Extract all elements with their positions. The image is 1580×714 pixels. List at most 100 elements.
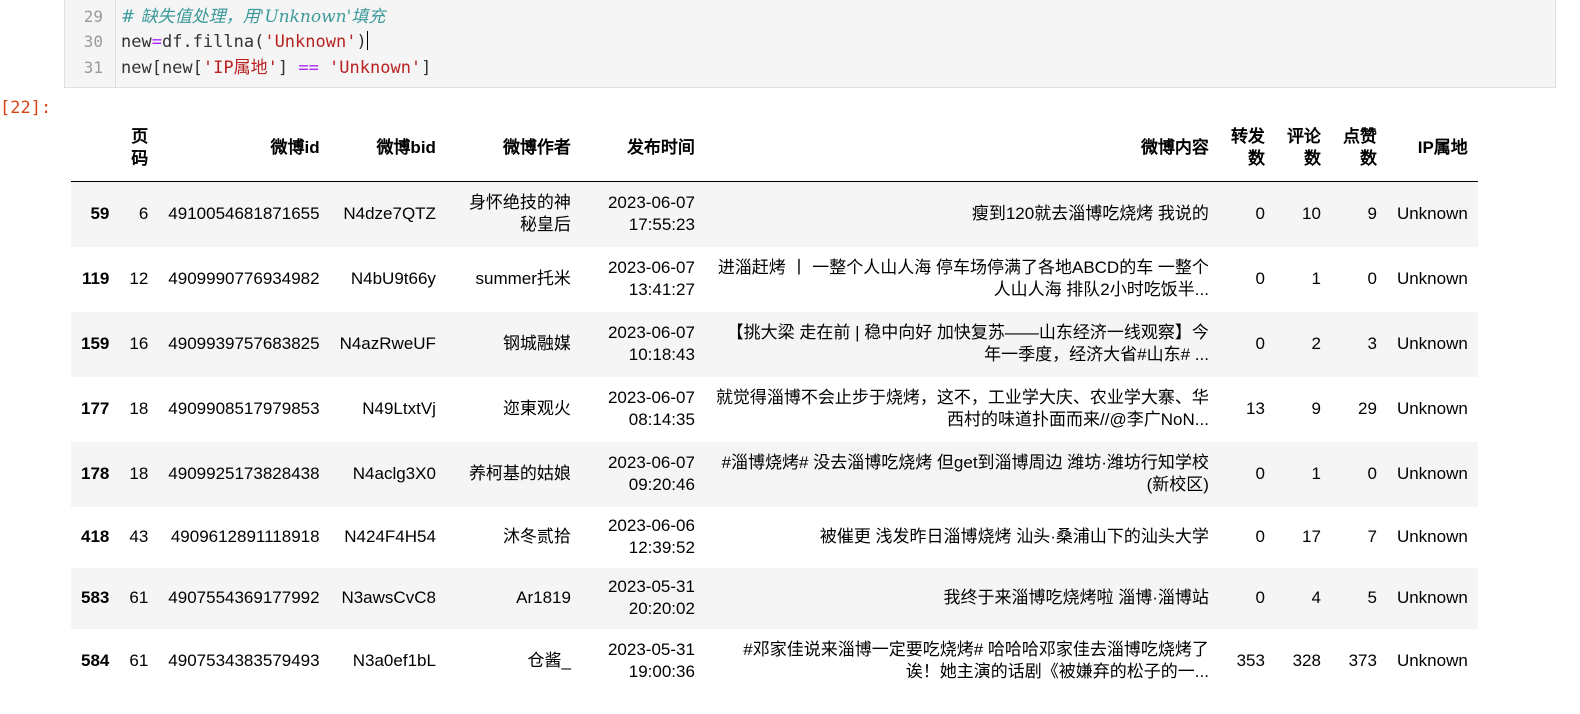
cell-content: #淄博烧烤# 没去淄博吃烧烤 但get到淄博周边 潍坊·潍坊行知学校(新校区) [721,453,1209,494]
cell-ip: Unknown [1396,204,1468,224]
cell-bid: N3awsCvC8 [341,588,436,607]
cell-reposts: 0 [1255,464,1265,483]
index-header [71,114,120,182]
cell-bid: N4dze7QTZ [343,204,436,224]
cell-author: Ar1819 [516,588,571,607]
cell-id: 4909925173828438 [168,464,320,483]
cell-comments: 17 [1302,527,1321,546]
cell-bid: N3a0ef1bL [352,650,436,670]
cell-ip: Unknown [1396,269,1468,288]
cell-comments: 10 [1302,204,1321,224]
cell-time: 2023-06-07 10:18:43 [607,323,695,364]
cell-time: 2023-06-07 08:14:35 [607,388,695,429]
column-header-comments: 评论数 [1274,114,1331,182]
cell-reposts: 0 [1255,588,1265,607]
cell-id: 4909612891118918 [170,527,320,546]
cell-ip: Unknown [1396,399,1468,418]
notebook-page: 29 # 缺失值处理，用'Unknown'填充 30 new=df.fillna… [0,0,1580,714]
cell-author: 钢城融媒 [502,334,571,353]
column-header-page: 页码 [119,114,159,182]
column-header-reposts: 转发数 [1218,114,1275,182]
cell-ip: Unknown [1396,650,1468,670]
table-row: 119 12 4909990776934982 N4bU9t66y summer… [71,247,1478,312]
output-prompt: [22]: [0,98,52,118]
line-number: 30 [83,32,103,51]
cell-likes: 9 [1367,204,1377,224]
cell-page: 61 [129,650,149,670]
row-index: 159 [81,334,110,353]
column-header-likes: 点赞数 [1330,114,1387,182]
cell-reposts: 0 [1255,204,1265,224]
cell-author: 迩東观火 [502,399,571,418]
column-header-content: 微博内容 [704,114,1219,182]
cell-author: 身怀绝技的神秘皇后 [468,193,571,235]
cell-comments: 9 [1311,399,1321,418]
line-number: 31 [83,58,103,77]
cell-likes: 5 [1367,588,1377,607]
table-header-row: 页码 微博id 微博bid 微博作者 发布时间 微博内容 转发数 评论数 点赞数… [71,114,1478,182]
column-header-author: 微博作者 [445,114,581,182]
code-token: new [121,32,152,52]
code-token: ) [356,32,367,52]
row-index: 418 [81,527,110,546]
cell-likes: 29 [1358,399,1377,418]
cell-reposts: 353 [1236,650,1265,670]
cell-bid: N424F4H54 [344,527,436,546]
code-line-29[interactable]: 29 # 缺失值处理，用'Unknown'填充 [65,4,386,30]
cell-likes: 0 [1367,269,1377,288]
cell-id: 4907554369177992 [168,588,320,607]
code-token: new[new[ [121,58,203,78]
row-index: 178 [81,464,110,483]
cell-author: 仓酱_ [527,650,571,670]
code-string: 'IP属地' [202,58,278,78]
code-operator: = [151,32,162,52]
cell-reposts: 0 [1255,527,1265,546]
code-token: ] [277,58,299,78]
cell-time: 2023-06-07 13:41:27 [607,258,695,299]
table-row: 583 61 4907554369177992 N3awsCvC8 Ar1819… [71,567,1478,629]
cell-page: 43 [129,527,149,546]
cell-page: 18 [129,464,149,483]
cell-page: 6 [138,204,149,224]
code-line-30[interactable]: 30 new=df.fillna('Unknown') [65,29,368,55]
cell-author: summer托米 [475,269,571,288]
cell-content: 【挑大梁 走在前 | 稳中向好 加快复苏——山东经济一线观察】今年一季度，经济大… [726,323,1209,364]
code-token: df.fillna( [161,32,265,52]
cell-bid: N49LtxtVj [362,399,436,418]
cell-author: 养柯基的姑娘 [468,464,571,483]
dataframe-table: 页码 微博id 微博bid 微博作者 发布时间 微博内容 转发数 评论数 点赞数… [71,114,1478,693]
cell-page: 12 [129,269,149,288]
cell-ip: Unknown [1396,588,1468,607]
cell-content: 就觉得淄博不会止步于烧烤，这不，工业学大庆、农业学大寨、华西村的味道扑面而来//… [715,388,1209,429]
code-cell[interactable]: 29 # 缺失值处理，用'Unknown'填充 30 new=df.fillna… [64,0,1556,88]
code-line-31[interactable]: 31 new[new['IP属地'] == 'Unknown'] [65,55,432,81]
cell-bid: N4bU9t66y [350,269,436,288]
cell-content: 被催更 浅发昨日淄博烧烤 汕头·桑浦山下的汕头大学 [819,527,1209,546]
cell-comments: 1 [1311,464,1321,483]
row-index: 119 [81,269,110,288]
cell-comments: 328 [1292,650,1321,670]
cell-content: 我终于来淄博吃烧烤啦 淄博·淄博站 [943,588,1209,607]
code-string: 'Unknown' [318,58,422,78]
cell-time: 2023-06-07 09:20:46 [607,453,695,494]
cell-content: 进淄赶烤 丨 一整个人山人海 停车场停满了各地ABCD的车 一整个人山人海 排队… [717,258,1209,299]
column-header-time: 发布时间 [580,114,705,182]
cell-page: 61 [129,588,149,607]
row-index: 583 [81,588,110,607]
text-cursor [366,31,368,50]
table-row: 584 61 4907534383579493 N3a0ef1bL 仓酱_ 20… [71,629,1478,693]
cell-comments: 1 [1311,269,1321,288]
column-header-ip: IP属地 [1386,114,1478,182]
table-row: 59 6 4910054681871655 N4dze7QTZ 身怀绝技的神秘皇… [71,181,1478,247]
code-string: 'Unknown' [264,32,357,52]
table-row: 159 16 4909939757683825 N4azRweUF 钢城融媒 2… [71,311,1478,377]
table-row: 177 18 4909908517979853 N49LtxtVj 迩東观火 2… [71,377,1478,442]
cell-likes: 7 [1367,527,1377,546]
cell-id: 4909990776934982 [168,269,320,288]
cell-content: #邓家佳说来淄博一定要吃烧烤# 哈哈哈邓家佳去淄博吃烧烤了诶！她主演的话剧《被嫌… [743,639,1209,681]
row-index: 177 [81,399,110,418]
table-row: 178 18 4909925173828438 N4aclg3X0 养柯基的姑娘… [71,441,1478,507]
cell-likes: 3 [1367,334,1377,353]
cell-comments: 2 [1311,334,1321,353]
row-index: 584 [81,650,110,670]
